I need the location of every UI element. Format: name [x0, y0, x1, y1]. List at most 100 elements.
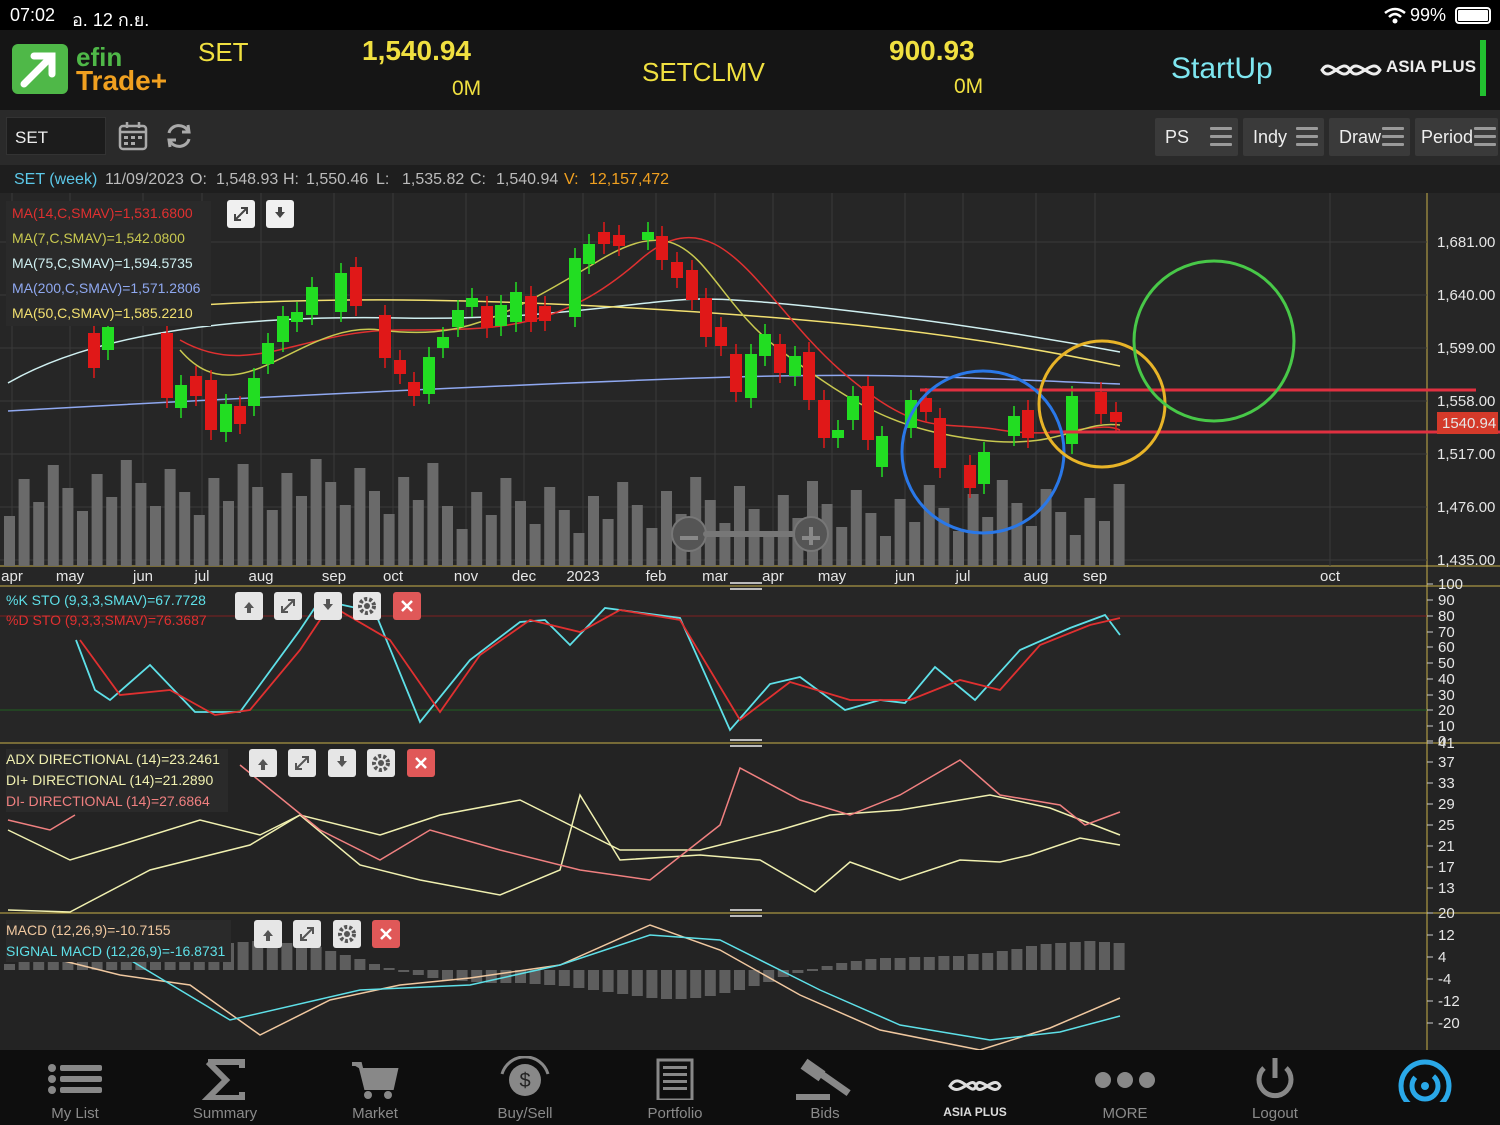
- indy-button[interactable]: Indy: [1243, 118, 1324, 156]
- gear-icon[interactable]: [333, 920, 361, 948]
- volume-bar: [412, 500, 424, 566]
- sto-legend: %K STO (9,3,3,SMAV)=67.7728 %D STO (9,3,…: [6, 590, 207, 630]
- status-time: 07:02: [10, 5, 56, 25]
- candle-body: [671, 262, 683, 278]
- x-axis-label: aug: [248, 568, 273, 585]
- expand-icon[interactable]: [288, 749, 316, 777]
- candle-body: [832, 430, 844, 438]
- x-axis-label: 2023: [566, 568, 599, 585]
- ma-legend-item: MA(200,C,SMAV)=1,571.2806: [12, 280, 201, 296]
- ps-button[interactable]: PS: [1155, 118, 1238, 156]
- move-down-icon[interactable]: [266, 200, 294, 228]
- x-axis-label: jul: [954, 568, 970, 585]
- nav-my-list[interactable]: My List: [0, 1050, 150, 1125]
- index2-name[interactable]: SETCLMV: [642, 57, 765, 88]
- macd-histogram-bar: [427, 970, 439, 978]
- macd-histogram-bar: [412, 970, 424, 975]
- sto-panel-bg: [0, 586, 1500, 743]
- adx-legend: ADX DIRECTIONAL (14)=23.2461 DI+ DIRECTI…: [6, 749, 228, 812]
- macd-histogram-bar: [296, 945, 307, 970]
- refresh-icon[interactable]: [164, 122, 194, 150]
- x-axis-label: nov: [454, 568, 479, 585]
- candle-body: [306, 287, 318, 315]
- menu-icon: [1296, 127, 1318, 147]
- candle-body: [934, 418, 946, 468]
- candle-body: [466, 298, 478, 307]
- index2-volume: 0M: [954, 75, 984, 98]
- nav-market[interactable]: Market: [300, 1050, 450, 1125]
- nav-refresh-circle[interactable]: [1350, 1050, 1500, 1125]
- volume-bar: [880, 536, 891, 566]
- period-button[interactable]: Period: [1415, 118, 1498, 156]
- nav-buy-sell[interactable]: $ Buy/Sell: [450, 1050, 600, 1125]
- candle-body: [234, 406, 246, 424]
- price-axis-label: 1,681.00: [1437, 234, 1495, 251]
- volume-bar: [1099, 521, 1110, 566]
- volume-bar: [1113, 484, 1125, 566]
- symbol-input[interactable]: SET: [6, 117, 106, 155]
- close-icon[interactable]: [393, 592, 421, 620]
- expand-icon[interactable]: [227, 200, 255, 228]
- adx-axis-label: 37: [1438, 754, 1455, 771]
- candle-body: [1008, 416, 1020, 436]
- candle-body: [1095, 392, 1107, 414]
- x-axis-label: may: [818, 568, 847, 585]
- gear-icon[interactable]: [367, 749, 395, 777]
- macd-axis-label: -4: [1438, 971, 1451, 988]
- draw-button-label: Draw: [1339, 127, 1382, 147]
- move-up-icon[interactable]: [235, 592, 263, 620]
- adx-axis-label: 17: [1438, 859, 1455, 876]
- candle-body: [525, 296, 537, 322]
- x-axis-label: may: [56, 568, 85, 585]
- candle-body: [423, 357, 435, 394]
- volume-bar: [1011, 503, 1023, 566]
- close-icon[interactable]: [407, 749, 435, 777]
- nav-logout[interactable]: Logout: [1200, 1050, 1350, 1125]
- nav-portfolio[interactable]: Portfolio: [600, 1050, 750, 1125]
- macd-histogram-bar: [1084, 941, 1096, 970]
- info-v-label: V:: [564, 171, 579, 188]
- volume-bar: [442, 506, 453, 566]
- macd-histogram-bar: [1113, 943, 1125, 970]
- sto-axis-label: 80: [1438, 608, 1455, 625]
- volume-bar: [982, 517, 994, 566]
- volume-bar: [777, 495, 789, 566]
- menu-icon: [1210, 127, 1232, 147]
- adx-axis-label: 21: [1438, 838, 1455, 855]
- info-o-label: O:: [190, 171, 207, 188]
- move-up-icon[interactable]: [249, 749, 277, 777]
- list-icon: [48, 1064, 102, 1094]
- index2-value: 900.93: [889, 35, 975, 66]
- expand-icon[interactable]: [293, 920, 321, 948]
- move-up-icon[interactable]: [254, 920, 282, 948]
- close-icon[interactable]: [372, 920, 400, 948]
- candle-body: [569, 258, 581, 317]
- info-l-label: L:: [376, 171, 390, 188]
- index1-name[interactable]: SET: [198, 37, 249, 68]
- move-down-icon[interactable]: [314, 592, 342, 620]
- candle-body: [656, 236, 668, 260]
- draw-button[interactable]: Draw: [1329, 118, 1410, 156]
- macd-histogram-bar: [1011, 949, 1023, 970]
- calendar-icon[interactable]: [118, 121, 148, 151]
- sto-axis-label: 20: [1438, 702, 1455, 719]
- startup-button[interactable]: StartUp: [1171, 52, 1273, 86]
- adx-axis-label: 13: [1438, 880, 1455, 897]
- price-axis-label: 1,558.00: [1437, 393, 1495, 410]
- info-high: 1,550.46: [306, 171, 369, 188]
- status-bar: 07:02 อ. 12 ก.ย. 99%: [0, 0, 1500, 30]
- nav-more[interactable]: MORE: [1050, 1050, 1200, 1125]
- macd-histogram-bar: [792, 970, 804, 973]
- nav-label: Summary: [192, 1105, 258, 1122]
- candle-body: [335, 273, 347, 312]
- macd-histogram-bar: [442, 970, 453, 980]
- symbol-value: SET: [15, 128, 49, 147]
- expand-icon[interactable]: [274, 592, 302, 620]
- info-symbol: SET (week): [14, 171, 98, 188]
- volume-bar: [135, 483, 147, 566]
- nav-asia-plus[interactable]: ASIA PLUS: [900, 1050, 1050, 1125]
- move-down-icon[interactable]: [328, 749, 356, 777]
- nav-bids[interactable]: Bids: [750, 1050, 900, 1125]
- nav-summary[interactable]: Summary: [150, 1050, 300, 1125]
- gear-icon[interactable]: [353, 592, 381, 620]
